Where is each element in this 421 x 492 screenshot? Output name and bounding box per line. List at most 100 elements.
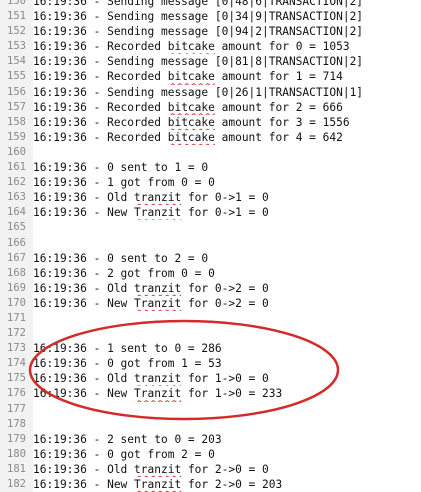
line-number: 154 xyxy=(0,54,33,70)
line-number: 177 xyxy=(0,401,33,417)
log-line-text: 16:19:36 - Sending message [0|34|9|TRANS… xyxy=(33,10,364,24)
log-line[interactable]: 180 16:19:36 - 0 got from 2 = 0 xyxy=(0,446,421,462)
spellcheck-flagged-word: tranzit xyxy=(134,462,182,476)
log-line[interactable]: 158 16:19:36 - Recorded bitcake amount fo… xyxy=(0,114,421,130)
log-line-text: 16:19:36 - 2 sent to 0 = 203 xyxy=(33,432,222,446)
line-number: 162 xyxy=(0,175,33,191)
log-line-text: 16:19:36 - 0 got from 2 = 0 xyxy=(33,447,215,461)
log-line-text: 16:19:36 - Sending message [0|94|2|TRANS… xyxy=(33,25,364,39)
line-number: 166 xyxy=(0,235,33,251)
log-line[interactable]: 164 16:19:36 - New Tranzit for 0->1 = 0 xyxy=(0,205,421,221)
log-line-text: 16:19:36 - Sending message [0|81|8|TRANS… xyxy=(33,55,364,69)
line-number: 178 xyxy=(0,416,33,432)
spellcheck-flagged-word: Tranzit xyxy=(134,478,182,491)
line-number: 159 xyxy=(0,129,33,145)
log-line[interactable]: 163 16:19:36 - Old tranzit for 0->1 = 0 xyxy=(0,190,421,206)
log-line[interactable]: 174 16:19:36 - 0 got from 1 = 53 xyxy=(0,356,421,372)
line-number: 181 xyxy=(0,461,33,477)
log-line[interactable]: 153 16:19:36 - Recorded bitcake amount fo… xyxy=(0,39,421,55)
log-line[interactable]: 171 xyxy=(0,310,421,327)
log-line-text: 16:19:36 - Sending message [0|26|1|TRANS… xyxy=(33,85,364,99)
log-line-text: 16:19:36 - Old tranzit for 1->0 = 0 xyxy=(33,372,269,386)
log-line-text: 16:19:36 - Recorded bitcake amount for 1… xyxy=(33,70,343,84)
line-number: 176 xyxy=(0,386,33,402)
log-line[interactable]: 157 16:19:36 - Recorded bitcake amount fo… xyxy=(0,99,421,115)
line-number: 182 xyxy=(0,477,33,492)
log-line[interactable]: 155 16:19:36 - Recorded bitcake amount fo… xyxy=(0,69,421,85)
log-line[interactable]: 165 xyxy=(0,220,421,236)
log-line-text: 16:19:36 - New Tranzit for 1->0 = 233 xyxy=(33,387,283,401)
log-line-text: 16:19:36 - 0 sent to 2 = 0 xyxy=(33,251,209,265)
log-line-text: 16:19:36 - 0 got from 1 = 53 xyxy=(33,357,222,371)
spellcheck-flagged-word: tranzit xyxy=(134,281,182,295)
line-number: 150 xyxy=(0,0,33,10)
log-line-text: 16:19:36 - New Tranzit for 0->1 = 0 xyxy=(33,206,269,220)
log-line[interactable]: 156 16:19:36 - Sending message [0|26|1|TR… xyxy=(0,84,421,100)
log-line[interactable]: 169 16:19:36 - Old tranzit for 0->2 = 0 xyxy=(0,280,421,296)
log-line[interactable]: 167 16:19:36 - 0 sent to 2 = 0 xyxy=(0,250,421,266)
log-line[interactable]: 161 16:19:36 - 0 sent to 1 = 0 xyxy=(0,160,421,176)
log-line-text: 16:19:36 - Recorded bitcake amount for 2… xyxy=(33,100,343,114)
log-line-text: 16:19:36 - New Tranzit for 2->0 = 203 xyxy=(33,478,283,491)
line-number: 167 xyxy=(0,250,33,266)
log-line[interactable]: 162 16:19:36 - 1 got from 0 = 0 xyxy=(0,175,421,191)
log-line-text: 16:19:36 - Recorded bitcake amount for 0… xyxy=(33,40,350,54)
spellcheck-flagged-word: bitcake xyxy=(167,115,215,129)
log-line[interactable]: 152 16:19:36 - Sending message [0|94|2|TR… xyxy=(0,24,421,40)
spellcheck-flagged-word: Tranzit xyxy=(134,296,182,310)
log-line-text: 16:19:36 - 1 got from 0 = 0 xyxy=(33,176,215,190)
log-line-text: 16:19:36 - Sending message [0|48|6|TRANS… xyxy=(33,0,364,8)
log-line-text: 16:19:36 - Recorded bitcake amount for 3… xyxy=(33,115,350,129)
log-line[interactable]: 182 16:19:36 - New Tranzit for 2->0 = 203 xyxy=(0,477,421,492)
line-number: 173 xyxy=(0,341,33,357)
log-line[interactable]: 175 16:19:36 - Old tranzit for 1->0 = 0 xyxy=(0,371,421,387)
line-number: 155 xyxy=(0,69,33,85)
line-number: 172 xyxy=(0,326,33,342)
line-number: 157 xyxy=(0,99,33,115)
log-line[interactable]: 177 xyxy=(0,401,421,417)
line-number: 168 xyxy=(0,265,33,281)
line-number: 169 xyxy=(0,280,33,296)
spellcheck-flagged-word: tranzit xyxy=(134,372,182,386)
log-line-text: 16:19:36 - 1 sent to 0 = 286 xyxy=(33,342,222,356)
log-line-text: 16:19:36 - Old tranzit for 0->2 = 0 xyxy=(33,281,269,295)
spellcheck-flagged-word: bitcake xyxy=(167,100,215,114)
line-number: 156 xyxy=(0,84,33,100)
log-line[interactable]: 172 xyxy=(0,326,421,342)
line-number: 170 xyxy=(0,295,33,311)
line-number: 174 xyxy=(0,356,33,372)
line-number: 163 xyxy=(0,190,33,206)
log-line[interactable]: 150 16:19:36 - Sending message [0|48|6|TR… xyxy=(0,0,421,10)
spellcheck-flagged-word: bitcake xyxy=(167,40,215,54)
log-line[interactable]: 160 xyxy=(0,144,421,161)
line-number: 161 xyxy=(0,160,33,176)
log-line[interactable]: 173 16:19:36 - 1 sent to 0 = 286 xyxy=(0,341,421,357)
line-number: 153 xyxy=(0,39,33,55)
log-line[interactable]: 159 16:19:36 - Recorded bitcake amount fo… xyxy=(0,129,421,145)
log-line-text: 16:19:36 - Old tranzit for 0->1 = 0 xyxy=(33,191,269,205)
log-line[interactable]: 154 16:19:36 - Sending message [0|81|8|TR… xyxy=(0,54,421,70)
log-line[interactable]: 179 16:19:36 - 2 sent to 0 = 203 xyxy=(0,431,421,447)
line-number: 160 xyxy=(0,144,33,161)
log-line-text: 16:19:36 - Old tranzit for 2->0 = 0 xyxy=(33,462,269,476)
log-line-text: 16:19:36 - Recorded bitcake amount for 4… xyxy=(33,130,343,144)
log-line[interactable]: 166 xyxy=(0,235,421,251)
line-number: 164 xyxy=(0,205,33,221)
line-number: 179 xyxy=(0,431,33,447)
log-text-editor[interactable]: 150 16:19:36 - Sending message [0|48|6|TR… xyxy=(0,0,421,492)
log-line[interactable]: 176 16:19:36 - New Tranzit for 1->0 = 233 xyxy=(0,386,421,402)
log-line[interactable]: 181 16:19:36 - Old tranzit for 2->0 = 0 xyxy=(0,461,421,477)
log-line[interactable]: 168 16:19:36 - 2 got from 0 = 0 xyxy=(0,265,421,281)
log-line-text: 16:19:36 - 0 sent to 1 = 0 xyxy=(33,161,209,175)
line-number: 151 xyxy=(0,9,33,25)
line-number: 171 xyxy=(0,310,33,327)
log-line[interactable]: 178 xyxy=(0,416,421,432)
line-number: 175 xyxy=(0,371,33,387)
log-line[interactable]: 170 16:19:36 - New Tranzit for 0->2 = 0 xyxy=(0,295,421,311)
spellcheck-flagged-word: Tranzit xyxy=(134,387,182,401)
spellcheck-flagged-word: tranzit xyxy=(134,191,182,205)
log-line-text: 16:19:36 - 2 got from 0 = 0 xyxy=(33,266,215,280)
log-line[interactable]: 151 16:19:36 - Sending message [0|34|9|TR… xyxy=(0,9,421,25)
spellcheck-flagged-word: bitcake xyxy=(167,130,215,144)
line-number: 158 xyxy=(0,114,33,130)
